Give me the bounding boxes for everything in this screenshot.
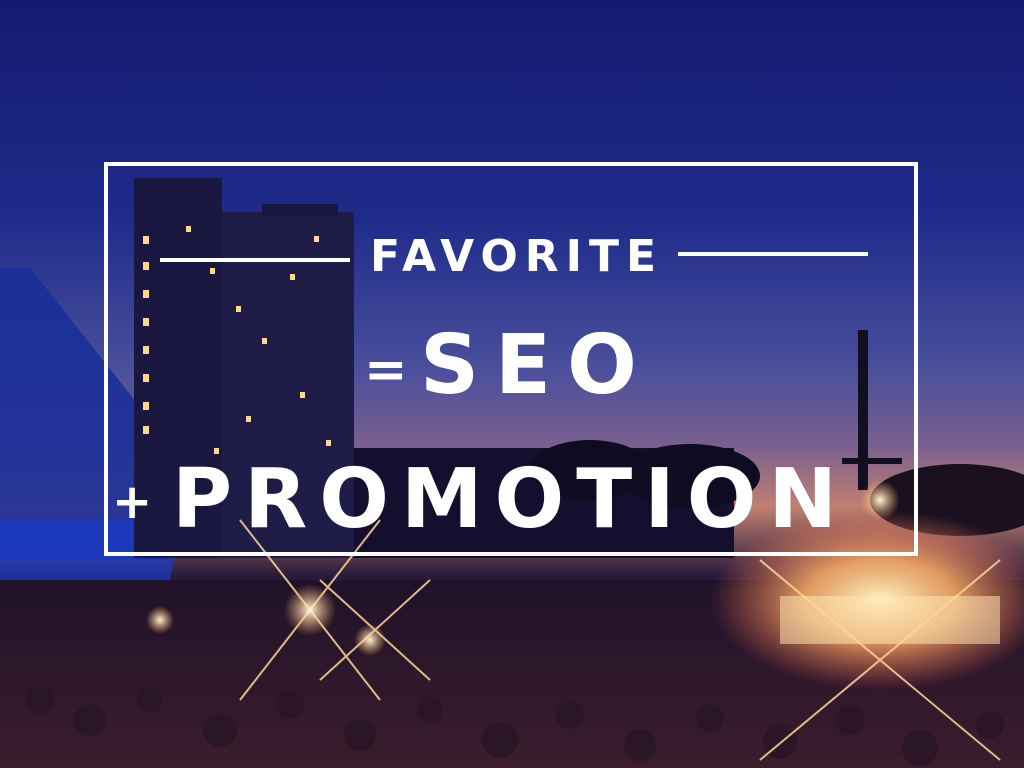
headline-plus-sign: + — [112, 474, 153, 530]
rule-right — [678, 252, 868, 256]
headline-favorite: FAVORITE — [370, 231, 664, 282]
lamp-glow — [284, 584, 336, 636]
headline-equals-sign: = — [364, 340, 408, 400]
headline-promotion: PROMOTION — [172, 452, 850, 547]
poster-image: FAVORITE = SEO + PROMOTION — [0, 0, 1024, 768]
headline-seo: SEO — [420, 318, 653, 413]
rule-left — [160, 258, 350, 262]
